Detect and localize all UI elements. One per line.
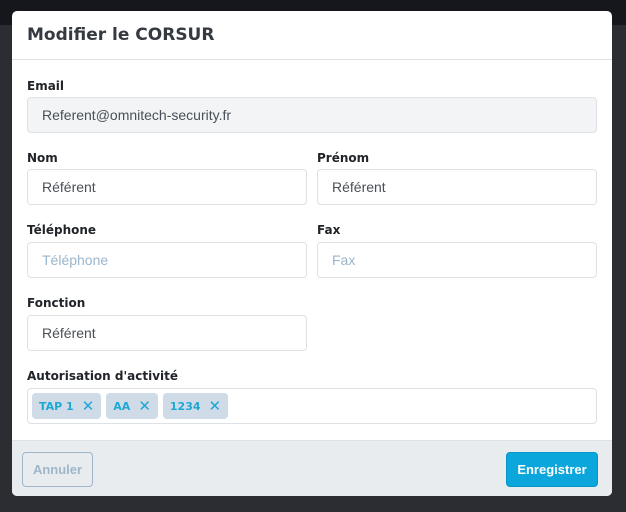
save-button[interactable]: Enregistrer: [506, 452, 598, 487]
modal-header: Modifier le CORSUR: [12, 11, 612, 60]
fax-label: Fax: [317, 223, 341, 237]
telephone-field[interactable]: Téléphone: [27, 242, 307, 278]
fonction-field[interactable]: Référent: [27, 315, 307, 351]
edit-corsur-modal: Modifier le CORSUR Email Referent@omnite…: [12, 11, 612, 496]
remove-tag-icon[interactable]: ✕: [82, 397, 95, 415]
prenom-label: Prénom: [317, 151, 370, 165]
email-field[interactable]: Referent@omnitech-security.fr: [27, 97, 597, 133]
modal-footer: Annuler Enregistrer: [12, 440, 612, 496]
tag-label: TAP 1: [39, 399, 74, 413]
cancel-button[interactable]: Annuler: [22, 452, 93, 487]
telephone-label: Téléphone: [27, 223, 97, 237]
remove-tag-icon[interactable]: ✕: [138, 397, 151, 415]
autorisation-tag-input[interactable]: TAP 1 ✕ AA ✕ 1234 ✕: [27, 388, 597, 424]
tag-label: AA: [113, 399, 131, 413]
tag-chip: TAP 1 ✕: [32, 393, 102, 419]
fax-field[interactable]: Fax: [317, 242, 597, 278]
tag-chip: AA ✕: [106, 393, 158, 419]
autorisation-label: Autorisation d'activité: [27, 369, 179, 383]
nom-label: Nom: [27, 151, 58, 165]
fonction-label: Fonction: [27, 296, 86, 310]
remove-tag-icon[interactable]: ✕: [209, 397, 222, 415]
prenom-field[interactable]: Référent: [317, 169, 597, 205]
modal-title: Modifier le CORSUR: [27, 25, 215, 45]
tag-chip: 1234 ✕: [162, 393, 229, 419]
nom-field[interactable]: Référent: [27, 169, 307, 205]
email-label: Email: [27, 79, 65, 93]
tag-label: 1234: [169, 399, 201, 413]
